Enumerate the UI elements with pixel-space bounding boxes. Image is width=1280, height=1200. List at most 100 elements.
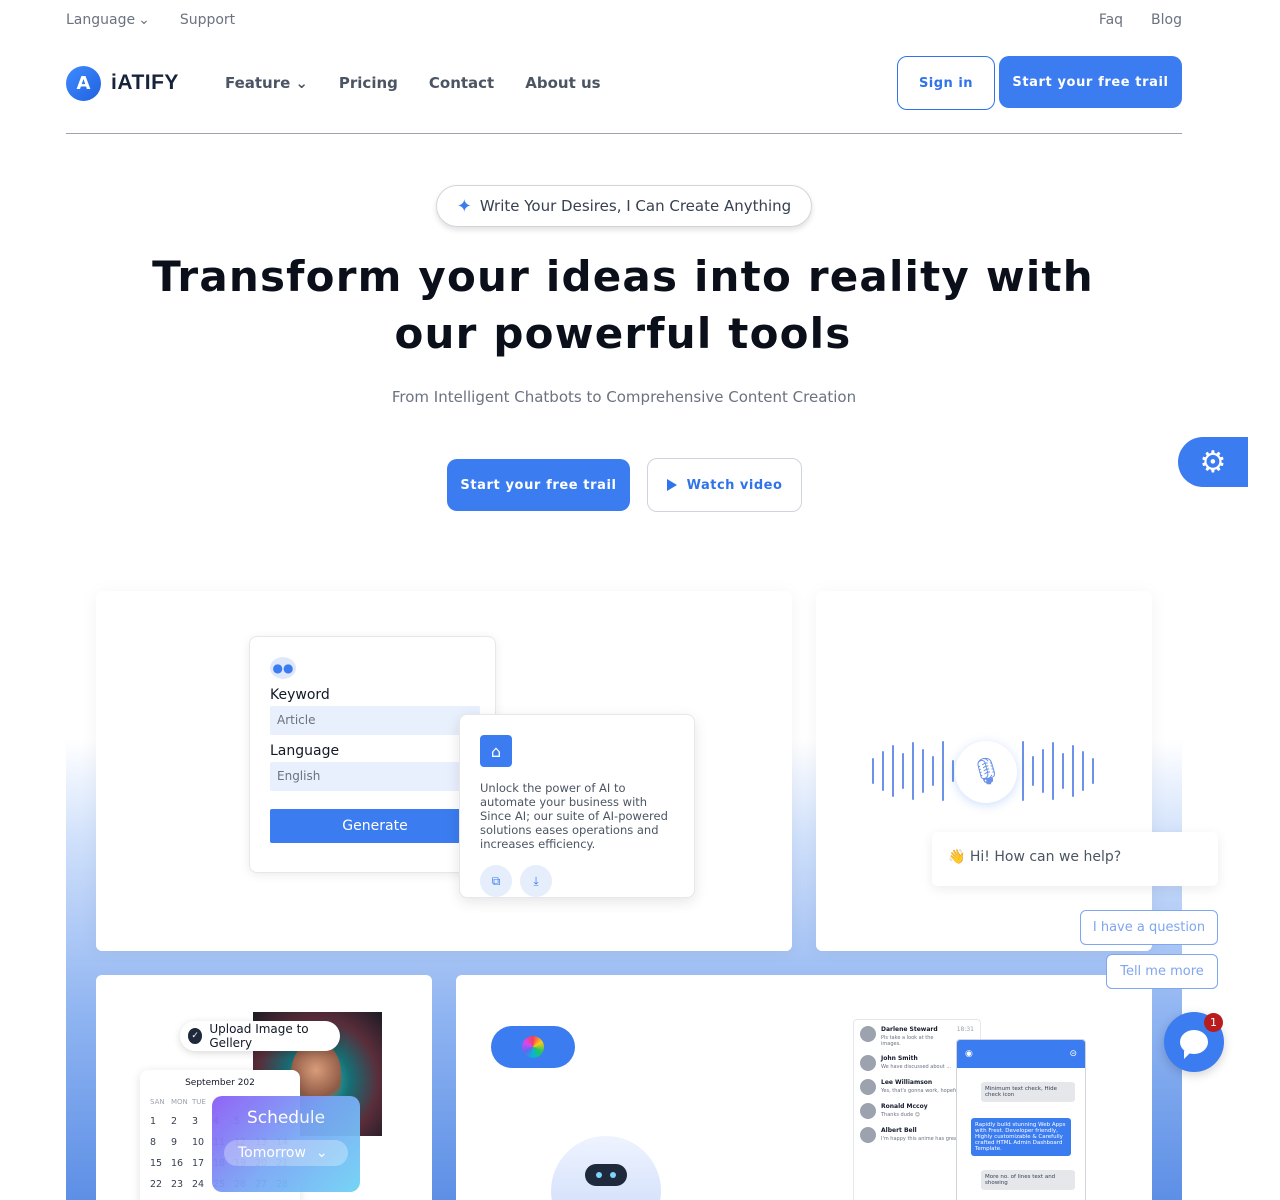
image-schedule-card: ✓ Upload Image to Gellery September 202 …	[96, 975, 432, 1200]
hero-subtitle: From Intelligent Chatbots to Comprehensi…	[391, 388, 857, 406]
play-icon	[666, 479, 677, 491]
avatar	[860, 1079, 876, 1095]
chat-window-header: ◉ ⊝	[957, 1040, 1085, 1068]
calendar-weekday: TUE	[192, 1098, 206, 1106]
nav-free-trial-button[interactable]: Start your free trail	[999, 56, 1182, 108]
logo[interactable]: A iATIFY	[66, 65, 179, 101]
contact-last-message: Yes, that's gonna work, hopefull	[881, 1088, 961, 1094]
generated-output-card: ⌂ Unlock the power of AI to automate you…	[459, 714, 695, 898]
calendar-weekday: MON	[171, 1098, 188, 1106]
bot-icon: ●●	[270, 657, 296, 679]
chevron-down-icon: ⌄	[138, 12, 150, 28]
nav-item-label: Feature	[224, 74, 291, 92]
calendar-weekday: SAN	[150, 1098, 165, 1106]
microphone-icon[interactable]: 🎙	[955, 741, 1017, 803]
calendar-month: September 202	[185, 1078, 255, 1088]
contact-name: Ronald Mccoy	[881, 1103, 928, 1110]
nav-item-feature[interactable]: Feature ⌄	[225, 74, 308, 92]
calendar-day[interactable]: 15	[150, 1158, 171, 1169]
avatar	[860, 1055, 876, 1071]
gear-icon: ⚙	[1199, 444, 1227, 480]
schedule-dropdown[interactable]: Tomorrow ⌄	[224, 1140, 348, 1166]
upload-chip[interactable]: ✓ Upload Image to Gellery	[180, 1021, 340, 1051]
upload-label: Upload Image to Gellery	[209, 1022, 309, 1050]
tagline-pill: ✦ Write Your Desires, I Can Create Anyth…	[436, 185, 812, 227]
tagline-text: Write Your Desires, I Can Create Anythin…	[479, 197, 792, 215]
calendar-day[interactable]: 2	[171, 1116, 192, 1127]
language-field-label: Language	[270, 743, 340, 759]
theme-color-button[interactable]	[491, 1026, 575, 1068]
support-link[interactable]: Support	[180, 12, 235, 28]
nav-divider	[66, 133, 1182, 134]
chat-app-card: Darlene Steward Pls take a look at the im…	[456, 975, 1152, 1200]
home-icon: ⌂	[480, 735, 512, 767]
minimize-icon[interactable]: ⊝	[1069, 1049, 1077, 1059]
hero-free-trial-button[interactable]: Start your free trail	[447, 459, 630, 511]
keyword-label: Keyword	[270, 687, 330, 703]
avatar	[860, 1103, 876, 1119]
chat-message: Rapidly build stunning Web Apps with Fre…	[971, 1118, 1071, 1156]
language-input[interactable]: English	[270, 762, 480, 791]
language-label: Language	[66, 12, 136, 28]
sign-in-button[interactable]: Sign in	[897, 56, 995, 110]
chevron-down-icon: ⌄	[295, 74, 308, 92]
blog-link[interactable]: Blog	[1151, 12, 1182, 28]
contact-name: Albert Bell	[881, 1127, 917, 1134]
faq-link[interactable]: Faq	[1099, 12, 1123, 28]
calendar-day[interactable]: 9	[171, 1137, 192, 1148]
nav-item-pricing[interactable]: Pricing	[339, 74, 398, 92]
chat-greeting: 👋 Hi! How can we help?	[932, 832, 1218, 886]
contact-last-message: Pls take a look at the images.	[881, 1035, 934, 1047]
contact-last-message: Thanks dude 😉	[881, 1112, 920, 1118]
chat-bubble-icon	[1180, 1030, 1208, 1059]
contact-name: Darlene Steward	[881, 1026, 938, 1033]
voice-assistant-card: 🎙	[816, 591, 1152, 951]
content-generator-card: ●● Keyword Article Language English Gene…	[96, 591, 792, 951]
contact-last-message: We have discussed about ...	[881, 1064, 952, 1070]
settings-toggle[interactable]: ⚙	[1178, 437, 1248, 487]
sparkle-icon: ✦	[456, 195, 472, 217]
watch-video-button[interactable]: Watch video	[647, 458, 802, 512]
color-wheel-icon	[522, 1036, 544, 1058]
hero-actions: Start your free trail Watch video	[447, 458, 802, 512]
chat-message: More no. of lines text and showing	[981, 1170, 1075, 1190]
calendar-day[interactable]: 10	[192, 1137, 213, 1148]
calendar-day[interactable]: 24	[192, 1179, 213, 1190]
chat-message: Minimum text check, Hide check icon	[981, 1082, 1075, 1102]
watch-video-label: Watch video	[686, 477, 783, 493]
nav-item-contact[interactable]: Contact	[429, 74, 494, 92]
language-selector[interactable]: Language ⌄	[66, 12, 150, 28]
nav-item-about[interactable]: About us	[525, 74, 600, 92]
keyword-input[interactable]: Article	[270, 706, 480, 735]
notification-badge: 1	[1204, 1013, 1223, 1032]
calendar-day[interactable]: 3	[192, 1116, 213, 1127]
bot-icon: ◉	[965, 1049, 973, 1059]
calendar-day[interactable]: 23	[171, 1179, 192, 1190]
download-icon[interactable]: ⤓	[520, 865, 552, 897]
avatar	[860, 1026, 876, 1042]
contact-last-message: I'm happy this anime has grea...	[881, 1136, 962, 1142]
contact-name: Lee Williamson	[881, 1079, 933, 1086]
generate-button[interactable]: Generate	[270, 809, 480, 843]
quick-reply-more[interactable]: Tell me more	[1106, 954, 1218, 989]
copy-icon[interactable]: ⧉	[480, 865, 512, 897]
top-bar: Language ⌄ Support Faq Blog	[66, 0, 1182, 40]
calendar-day[interactable]: 16	[171, 1158, 192, 1169]
schedule-title: Schedule	[246, 1108, 326, 1128]
check-icon: ✓	[188, 1028, 203, 1044]
nav-menu: Feature ⌄ Pricing Contact About us	[225, 74, 601, 92]
avatar	[860, 1127, 876, 1143]
calendar-day[interactable]: 1	[150, 1116, 171, 1127]
calendar-day[interactable]: 17	[192, 1158, 213, 1169]
chat-window: ◉ ⊝ Minimum text check, Hide check icon …	[956, 1039, 1086, 1200]
calendar-day[interactable]: 22	[150, 1179, 171, 1190]
logo-text: iATIFY	[111, 71, 179, 94]
calendar-day[interactable]: 8	[150, 1137, 171, 1148]
quick-reply-question[interactable]: I have a question	[1080, 910, 1218, 945]
contact-time: 18:31	[956, 1026, 974, 1033]
generated-text: Unlock the power of AI to automate your …	[480, 781, 668, 851]
hero-title: Transform your ideas into reality with o…	[152, 252, 1094, 358]
robot-avatar	[551, 1136, 661, 1200]
schedule-panel: Schedule Tomorrow ⌄	[212, 1096, 360, 1192]
chevron-down-icon: ⌄	[315, 1145, 328, 1161]
